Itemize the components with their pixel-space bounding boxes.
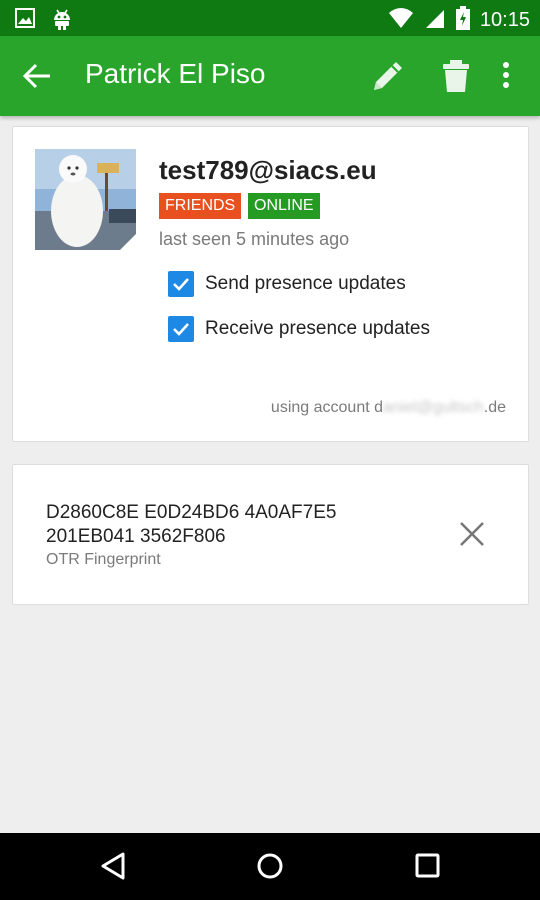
back-arrow-icon[interactable] — [22, 62, 54, 90]
contact-details-card: test789@siacs.eu FRIENDS ONLINE last see… — [12, 126, 529, 442]
last-seen-text: last seen 5 minutes ago — [159, 229, 350, 249]
page-title: Patrick El Piso — [85, 58, 266, 89]
account-text: using account daniel@gultsch.de — [271, 399, 506, 417]
android-icon — [50, 7, 74, 36]
friends-tag: FRIENDS — [159, 193, 242, 219]
status-bar: 10:15 — [0, 0, 540, 36]
account-prefix: using account d — [270, 399, 383, 416]
account-suffix: .de — [483, 399, 506, 416]
app-toolbar: Patrick El Piso — [0, 36, 540, 116]
receive-presence-checkbox[interactable]: Receive presence updates — [168, 316, 430, 342]
checkbox-checked-icon[interactable] — [168, 316, 194, 342]
contact-jid: test789@siacs.eu — [159, 155, 377, 185]
battery-icon — [455, 6, 470, 35]
avatar[interactable] — [35, 149, 136, 250]
overflow-menu-icon[interactable] — [500, 60, 512, 97]
receive-presence-label: Receive presence updates — [205, 318, 430, 339]
edit-pencil-icon[interactable] — [368, 56, 408, 101]
nav-recents-icon[interactable] — [414, 851, 442, 886]
checkbox-checked-icon[interactable] — [168, 271, 194, 297]
system-nav-bar — [0, 833, 540, 900]
fingerprint-label: OTR Fingerprint — [46, 551, 161, 568]
send-presence-label: Send presence updates — [205, 273, 406, 294]
fingerprint-line-2: 201EB041 3562F806 — [46, 526, 226, 547]
clock: 10:15 — [479, 9, 530, 31]
online-tag: ONLINE — [248, 193, 320, 219]
account-obscured: aniel@gultsch — [383, 399, 484, 416]
send-presence-checkbox[interactable]: Send presence updates — [168, 271, 406, 297]
otr-fingerprint-card: D2860C8E E0D24BD6 4A0AF7E5 201EB041 3562… — [12, 464, 529, 605]
fingerprint-value: D2860C8E E0D24BD6 4A0AF7E5 201EB041 3562… — [46, 501, 336, 549]
signal-icon — [424, 7, 446, 34]
nav-back-icon[interactable] — [99, 851, 127, 886]
remove-fingerprint-icon[interactable] — [457, 519, 487, 549]
wifi-icon — [388, 7, 414, 34]
image-icon — [14, 7, 36, 36]
trash-icon[interactable] — [440, 56, 472, 101]
nav-home-icon[interactable] — [256, 851, 284, 886]
fingerprint-line-1: D2860C8E E0D24BD6 4A0AF7E5 — [46, 502, 337, 523]
